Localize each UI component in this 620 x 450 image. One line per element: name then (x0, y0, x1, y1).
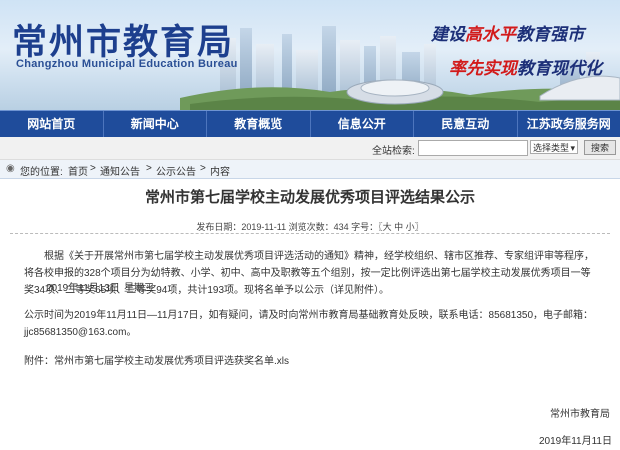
nav-item-home[interactable]: 网站首页 (0, 111, 104, 137)
article-attachment: 附件：常州市第七届学校主动发展优秀项目评选获奖名单.xls (24, 353, 600, 370)
header-banner: 常州市教育局 Changzhou Municipal Education Bur… (0, 0, 620, 110)
location-icon: ◉ (6, 163, 15, 174)
attachment-label: 附件： (24, 356, 54, 367)
article-title: 常州市第七届学校主动发展优秀项目评选结果公示 (144, 189, 475, 206)
article-paragraph-1: 根据《关于开展常州市第七届学校主动发展优秀项目评选活动的通知》精神，经学校组织、… (24, 251, 594, 296)
site-logo-subtitle: Changzhou Municipal Education Bureau (16, 58, 238, 70)
search-type-select[interactable]: 选择类型 (530, 140, 578, 155)
search-input[interactable] (418, 140, 528, 156)
breadcrumb-separator: > (146, 163, 152, 174)
search-button[interactable]: 搜索 (584, 140, 616, 155)
breadcrumb-label: 您的位置: (20, 167, 63, 178)
breadcrumb-item-content: 内容 (210, 167, 230, 178)
article-signature: 常州市教育局 (550, 409, 610, 420)
top-toolbar: 2019年11月13日 星期三 全站检索: 选择类型 搜索 (0, 137, 620, 294)
nav-item-public-interaction[interactable]: 民意互动 (414, 111, 518, 137)
breadcrumb-separator: > (200, 163, 206, 174)
breadcrumb-item-notices[interactable]: 通知公告 (100, 163, 140, 178)
slogan-line-1: 建设高水平教育强市 (431, 25, 584, 44)
slogan-line-2: 率先实现教育现代化 (449, 59, 602, 78)
nav-item-overview[interactable]: 教育概览 (207, 111, 311, 137)
breadcrumb: ◉ 您的位置: 首页 > 通知公告 > 公示公告 > 内容 (0, 160, 620, 179)
nav-item-news[interactable]: 新闻中心 (104, 111, 207, 137)
nav-item-info-disclosure[interactable]: 信息公开 (311, 111, 414, 137)
breadcrumb-item-home[interactable]: 首页 (68, 163, 88, 178)
attachment-link[interactable]: 常州市第七届学校主动发展优秀项目评选获奖名单.xls (54, 356, 289, 367)
article-paragraph-2: 公示时间为2019年11月11日—11月17日，如有疑问，请及时向常州市教育局基… (24, 310, 594, 338)
article-sign-date: 2019年11月11日 (538, 436, 612, 447)
breadcrumb-separator: > (90, 163, 96, 174)
nav-item-jiangsu-gov-service[interactable]: 江苏政务服务网 (518, 111, 620, 137)
search-label: 全站检索: (372, 146, 415, 157)
main-nav: 网站首页 新闻中心 教育概览 信息公开 民意互动 江苏政务服务网 (0, 110, 620, 137)
article-meta: 发布日期：2019-11-11 浏览次数：434 字号：〖大 中 小〗 (196, 222, 424, 232)
breadcrumb-item-announcements[interactable]: 公示公告 (156, 163, 196, 178)
divider (10, 233, 610, 234)
